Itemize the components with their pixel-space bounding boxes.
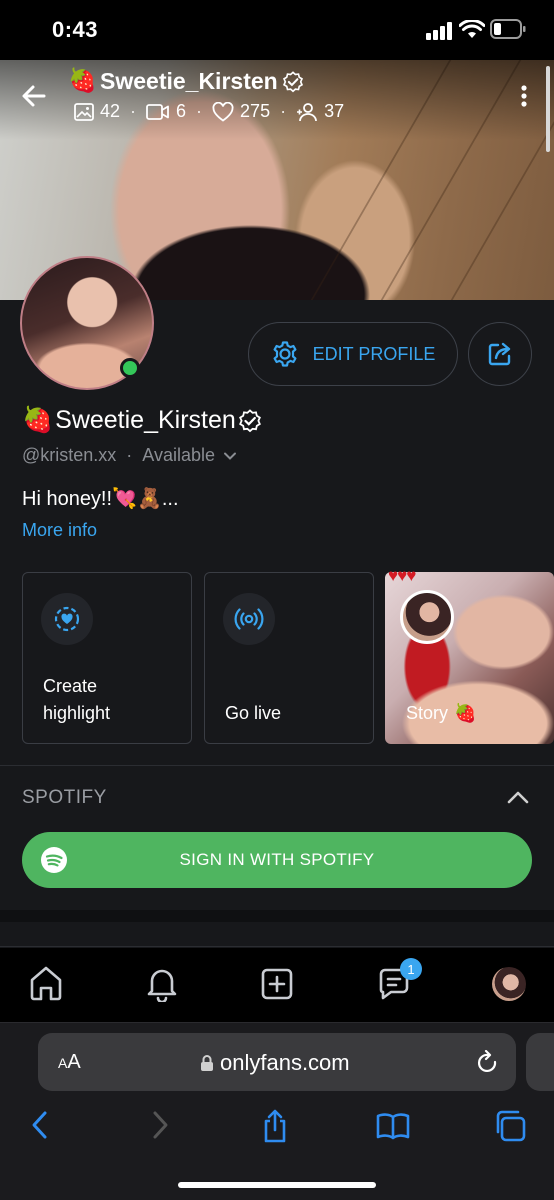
reload-icon [477, 1049, 497, 1073]
cover-scrollbar[interactable] [546, 66, 550, 152]
share-icon [488, 342, 511, 366]
go-live-card[interactable]: Go live [204, 572, 374, 744]
nav-notifications-button[interactable] [144, 964, 180, 1007]
stat-videos: 6 [146, 101, 186, 122]
more-vertical-icon [521, 85, 527, 107]
story-label: Story [406, 703, 449, 723]
url-display[interactable]: onlyfans.com [200, 1050, 350, 1076]
bell-icon [147, 969, 177, 1004]
next-tab-preview[interactable] [526, 1033, 554, 1091]
chevron-left-icon [32, 1111, 47, 1139]
highlight-icon [41, 593, 93, 645]
browser-back-button[interactable] [28, 1108, 52, 1147]
nav-new-post-button[interactable] [259, 964, 295, 1007]
more-info-link[interactable]: More info [22, 520, 97, 541]
profile-bio: Hi honey!!💘🧸... [22, 488, 179, 510]
cellular-signal-icon [426, 22, 452, 40]
profile-name: 🍓 Sweetie_Kirsten [22, 406, 262, 435]
online-status-dot [120, 358, 140, 378]
browser-forward-button[interactable] [148, 1108, 172, 1147]
spotify-section-title: SPOTIFY [22, 787, 107, 808]
plus-square-icon [261, 968, 293, 1000]
gear-icon [273, 341, 297, 367]
share-profile-button[interactable] [468, 322, 532, 386]
reader-settings-button[interactable]: AA [58, 1051, 81, 1074]
spotify-signin-button[interactable]: SIGN IN WITH SPOTIFY [22, 832, 532, 888]
verified-badge-icon [238, 408, 261, 432]
chevron-right-icon [153, 1111, 168, 1139]
image-icon [74, 102, 94, 121]
strawberry-emoji: 🍓 [454, 703, 477, 723]
lock-icon [201, 1055, 213, 1071]
video-icon [146, 103, 169, 120]
browser-bookmarks-button[interactable] [375, 1108, 411, 1149]
fans-icon [297, 102, 317, 121]
heart-icon [212, 101, 234, 122]
section-separator [0, 910, 554, 922]
stat-fans: 37 [296, 101, 344, 122]
messages-badge: 1 [400, 958, 422, 980]
availability-label: Available [142, 445, 216, 465]
home-icon [30, 966, 62, 1001]
share-up-icon [264, 1109, 286, 1143]
cover-display-name: Sweetie_Kirsten [100, 68, 278, 94]
handle-row: @kristen.xx · Available [22, 445, 237, 466]
username: @kristen.xx [22, 445, 117, 465]
collapse-spotify-button[interactable] [506, 788, 530, 813]
availability-dropdown[interactable]: Available [142, 445, 237, 466]
divider [0, 946, 554, 947]
highlight-label-line2: highlight [43, 703, 111, 723]
create-highlight-card[interactable]: Create highlight [22, 572, 192, 744]
browser-tabs-button[interactable] [494, 1108, 528, 1149]
display-name: Sweetie_Kirsten [55, 406, 236, 434]
edit-profile-label: EDIT PROFILE [312, 343, 436, 364]
home-indicator[interactable] [178, 1182, 376, 1188]
edit-profile-button[interactable]: EDIT PROFILE [248, 322, 458, 386]
reload-button[interactable] [476, 1049, 500, 1081]
stat-likes: 275 [212, 101, 270, 122]
stat-photos: 42 [74, 101, 120, 122]
highlight-label-line1: Create [43, 676, 98, 696]
go-live-label: Go live [225, 703, 282, 723]
browser-share-button[interactable] [260, 1108, 290, 1149]
status-time: 0:43 [52, 17, 99, 42]
cover-title: 🍓 Sweetie_Kirsten [68, 67, 304, 95]
story-hearts: ♥♥♥ [388, 566, 416, 585]
chevron-up-icon [507, 791, 529, 804]
story-avatar [400, 590, 454, 644]
divider [0, 765, 554, 766]
url-text: onlyfans.com [220, 1050, 350, 1075]
tabs-icon [496, 1110, 526, 1142]
story-label-row: Story 🍓 [406, 703, 476, 724]
chevron-down-icon [224, 452, 237, 460]
arrow-left-icon [22, 85, 46, 107]
back-button[interactable] [18, 80, 50, 112]
verified-badge-icon [282, 70, 303, 92]
nav-home-button[interactable] [28, 964, 64, 1007]
broadcast-icon [223, 593, 275, 645]
battery-icon [490, 19, 526, 39]
strawberry-emoji: 🍓 [22, 406, 54, 434]
spotify-logo-icon [41, 847, 67, 873]
wifi-icon [459, 20, 485, 38]
profile-stats: 42 · 6 · 275 · 37 [74, 101, 344, 122]
nav-profile-avatar[interactable] [492, 967, 526, 1001]
spotify-signin-label: SIGN IN WITH SPOTIFY [179, 850, 375, 869]
more-options-button[interactable] [514, 84, 534, 110]
strawberry-emoji: 🍓 [68, 67, 97, 93]
book-icon [376, 1113, 410, 1140]
